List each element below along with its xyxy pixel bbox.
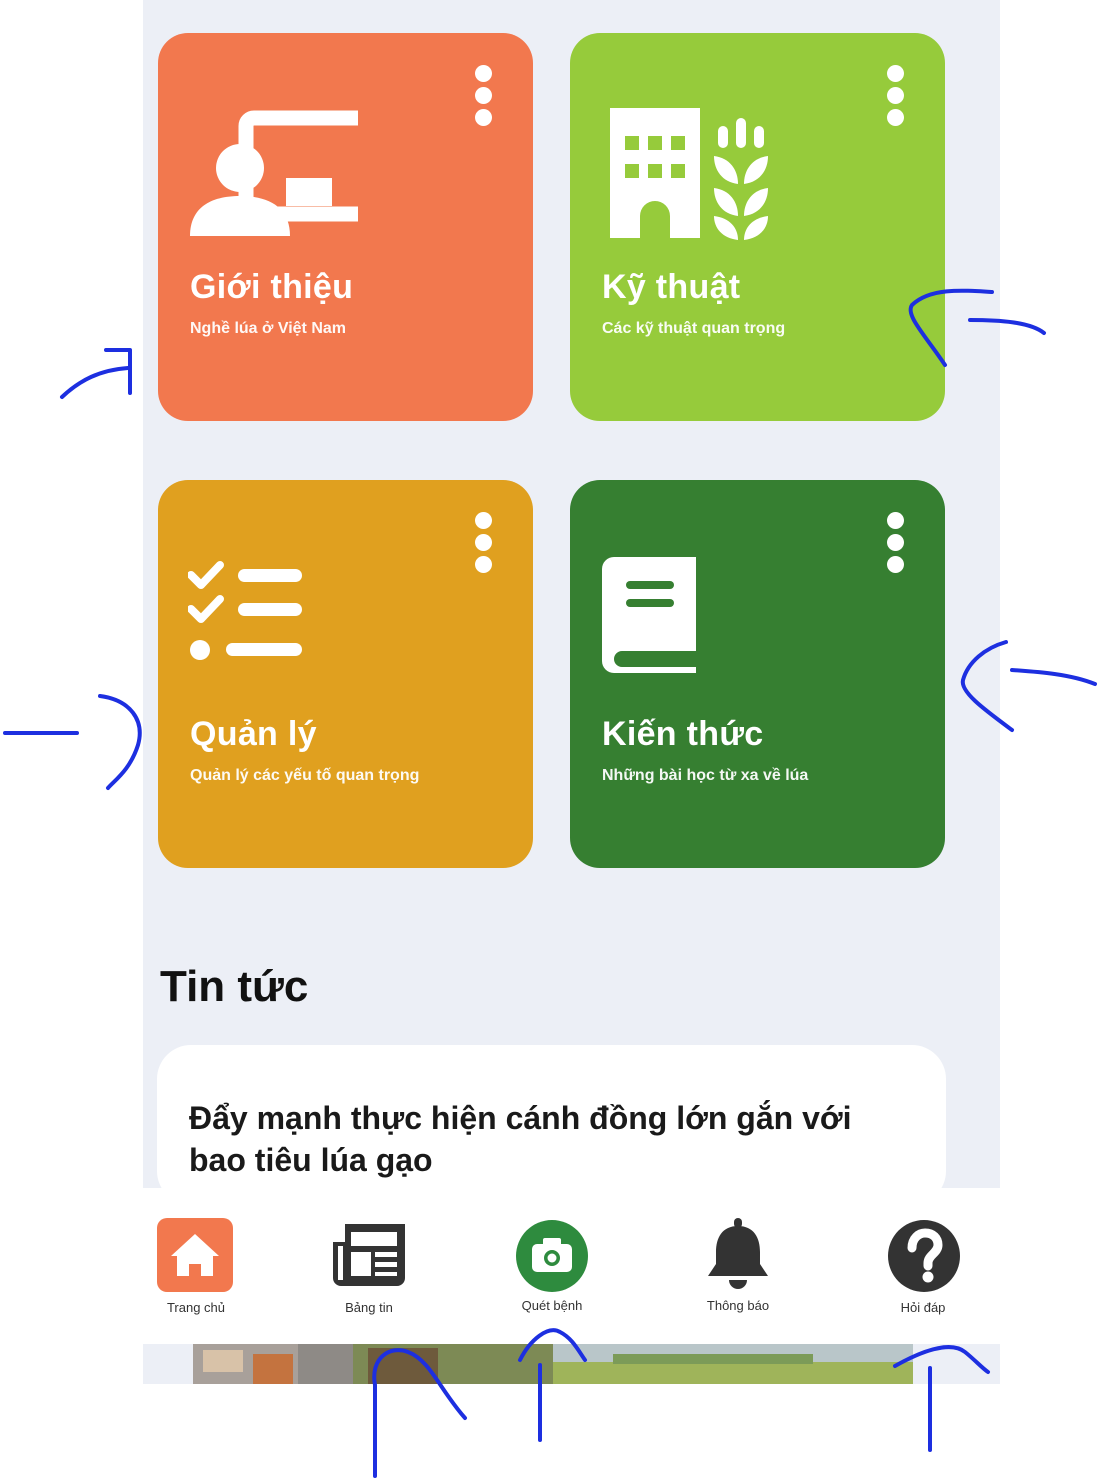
more-menu-icon[interactable] [473, 65, 493, 135]
nav-item-quet-benh[interactable]: Quét bệnh [492, 1188, 612, 1328]
tile-ky-thuat[interactable]: Kỹ thuật Các kỹ thuật quan trọng [570, 33, 945, 421]
nav-label: Hỏi đáp [900, 1300, 946, 1315]
nav-label: Quét bệnh [521, 1298, 583, 1313]
presentation-icon [190, 110, 358, 236]
news-card[interactable]: Đẩy mạnh thực hiện cánh đồng lớn gắn với… [157, 1045, 946, 1205]
help-icon [888, 1220, 960, 1292]
tile-subtitle: Quản lý các yếu tố quan trọng [190, 767, 420, 784]
tile-title: Quản lý [190, 715, 317, 753]
more-menu-icon[interactable] [885, 512, 905, 582]
home-icon [157, 1218, 233, 1292]
tile-gioi-thieu[interactable]: Giới thiệu Nghề lúa ở Việt Nam [158, 33, 533, 421]
camera-icon [516, 1220, 588, 1292]
tile-quan-ly[interactable]: Quản lý Quản lý các yếu tố quan trọng [158, 480, 533, 868]
nav-item-thong-bao[interactable]: Thông báo [678, 1188, 798, 1328]
tile-subtitle: Các kỹ thuật quan trọng [602, 320, 786, 337]
farm-building-icon [610, 108, 768, 240]
news-headline[interactable]: Đẩy mạnh thực hiện cánh đồng lớn gắn với… [189, 1097, 909, 1181]
news-image[interactable] [193, 1344, 913, 1384]
checklist-icon [188, 561, 302, 660]
nav-label: Trang chủ [166, 1300, 226, 1315]
bell-icon [708, 1218, 768, 1289]
more-menu-icon[interactable] [473, 512, 493, 582]
tile-title: Kỹ thuật [602, 268, 741, 306]
tile-title: Giới thiệu [190, 268, 354, 306]
nav-item-trang-chu[interactable]: Trang chủ [136, 1188, 256, 1328]
nav-item-hoi-dap[interactable]: Hỏi đáp [863, 1188, 983, 1328]
nav-label: Bảng tin [345, 1300, 393, 1315]
nav-label: Thông báo [706, 1298, 770, 1313]
tile-title: Kiến thức [602, 715, 764, 753]
nav-item-bang-tin[interactable]: Bảng tin [309, 1188, 429, 1328]
newspaper-icon [333, 1224, 405, 1286]
bottom-navigation: Trang chủ Bảng tin Quét bệnh Thông báo H… [143, 1188, 1000, 1344]
tile-subtitle: Nghề lúa ở Việt Nam [190, 320, 347, 337]
book-icon [602, 557, 696, 673]
more-menu-icon[interactable] [885, 65, 905, 135]
tile-subtitle: Những bài học từ xa về lúa [602, 767, 809, 784]
tile-kien-thuc[interactable]: Kiến thức Những bài học từ xa về lúa [570, 480, 945, 868]
news-section-title: Tin tức [160, 962, 309, 1011]
